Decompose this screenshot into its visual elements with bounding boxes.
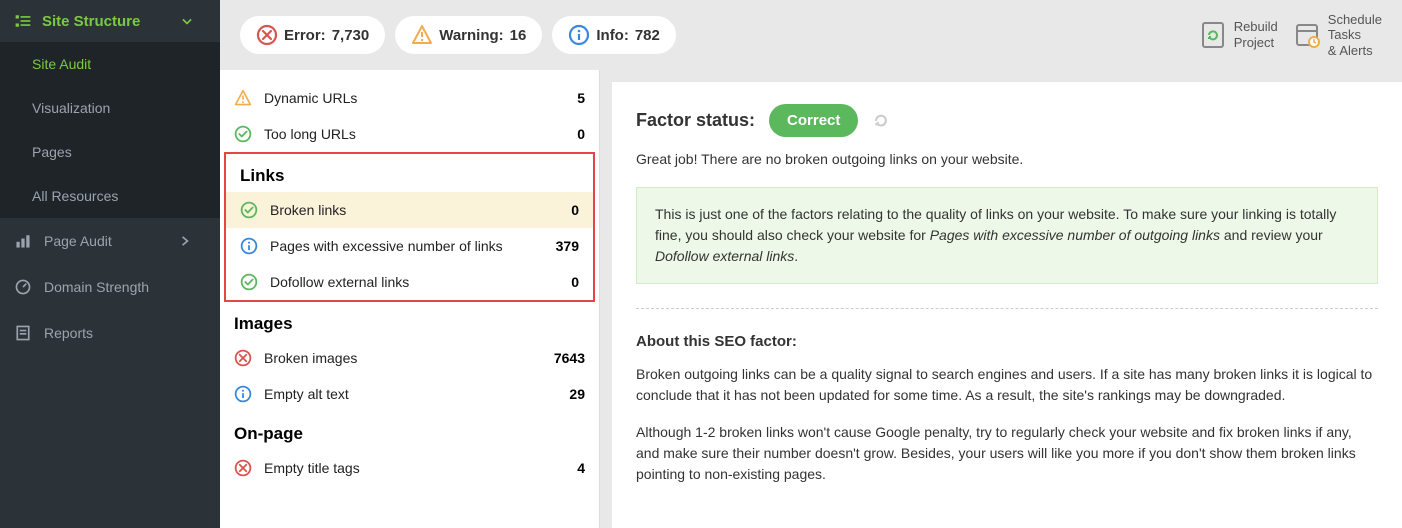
factor-row-empty-alt[interactable]: Empty alt text 29	[220, 376, 599, 412]
calendar-icon	[1294, 20, 1320, 50]
factor-value: 0	[543, 202, 579, 218]
tip-box: This is just one of the factors relating…	[636, 187, 1378, 284]
factor-value: 379	[543, 238, 579, 254]
pill-label: Error:	[284, 27, 326, 44]
sidebar-item-domain-strength[interactable]: Domain Strength	[0, 264, 220, 310]
info-pill[interactable]: Info: 782	[552, 16, 676, 54]
about-text: Broken outgoing links can be a quality s…	[636, 364, 1378, 485]
tip-text-mid: and review your	[1220, 227, 1323, 243]
sidebar-item-label: Domain Strength	[44, 279, 149, 295]
factor-value: 29	[549, 386, 585, 402]
schedule-tasks-button[interactable]: Schedule Tasks & Alerts	[1294, 12, 1382, 59]
about-p2: Although 1-2 broken links won't cause Go…	[636, 422, 1378, 485]
tip-em-2: Dofollow external links	[655, 248, 794, 264]
factor-row-dynamic-urls[interactable]: Dynamic URLs 5	[220, 80, 599, 116]
factor-row-broken-links[interactable]: Broken links 0	[226, 192, 593, 228]
factor-value: 4	[549, 460, 585, 476]
pill-label: Warning:	[439, 27, 503, 44]
factor-name: Dynamic URLs	[264, 90, 537, 106]
section-title-links: Links	[226, 154, 593, 192]
rebuild-icon	[1200, 20, 1226, 50]
warning-icon	[411, 24, 433, 46]
sidebar-item-label: Site Audit	[32, 56, 91, 72]
section-title-images: Images	[220, 302, 599, 340]
error-icon	[256, 24, 278, 46]
factor-value: 0	[549, 126, 585, 142]
sidebar-item-site-audit[interactable]: Site Audit	[0, 42, 220, 86]
info-icon	[568, 24, 590, 46]
warning-icon	[234, 89, 252, 107]
main-area: Error: 7,730 Warning: 16 Info: 782 Rebui…	[220, 0, 1402, 528]
warning-pill[interactable]: Warning: 16	[395, 16, 542, 54]
sidebar: Site Structure Site Audit Visualization …	[0, 0, 220, 528]
info-icon	[234, 385, 252, 403]
ok-icon	[234, 125, 252, 143]
sidebar-item-visualization[interactable]: Visualization	[0, 86, 220, 130]
bars-icon	[14, 232, 32, 250]
sidebar-header-site-structure[interactable]: Site Structure	[0, 0, 220, 42]
rebuild-project-button[interactable]: Rebuild Project	[1200, 19, 1278, 50]
status-badge: Correct	[769, 104, 858, 137]
refresh-icon[interactable]	[872, 112, 890, 130]
sidebar-item-all-resources[interactable]: All Resources	[0, 174, 220, 218]
sidebar-item-page-audit[interactable]: Page Audit	[0, 218, 220, 264]
factor-name: Dofollow external links	[270, 274, 531, 290]
topbar-right: Rebuild Project Schedule Tasks & Alerts	[1200, 12, 1382, 59]
topbar: Error: 7,730 Warning: 16 Info: 782 Rebui…	[220, 0, 1402, 70]
factor-name: Broken images	[264, 350, 537, 366]
factor-status-label: Factor status:	[636, 110, 755, 131]
sidebar-header-label: Site Structure	[42, 13, 140, 30]
error-icon	[234, 349, 252, 367]
error-pill[interactable]: Error: 7,730	[240, 16, 385, 54]
factor-value: 0	[543, 274, 579, 290]
sidebar-item-label: Page Audit	[44, 233, 112, 249]
button-label: Schedule Tasks & Alerts	[1328, 12, 1382, 59]
sidebar-subgroup: Site Audit Visualization Pages All Resou…	[0, 42, 220, 218]
pill-count: 7,730	[332, 27, 370, 44]
clipboard-icon	[14, 324, 32, 342]
button-label: Rebuild Project	[1234, 19, 1278, 50]
tip-text-post: .	[794, 248, 798, 264]
sidebar-item-reports[interactable]: Reports	[0, 310, 220, 356]
factor-value: 5	[549, 90, 585, 106]
ok-icon	[240, 273, 258, 291]
about-p1: Broken outgoing links can be a quality s…	[636, 364, 1378, 406]
section-title-onpage: On-page	[220, 412, 599, 450]
factor-name: Broken links	[270, 202, 531, 218]
structure-icon	[14, 12, 32, 30]
sidebar-item-label: Visualization	[32, 100, 110, 116]
factor-row-excessive-links[interactable]: Pages with excessive number of links 379	[226, 228, 593, 264]
factor-status-line: Factor status: Correct	[636, 104, 1378, 137]
factor-value: 7643	[549, 350, 585, 366]
sidebar-item-label: All Resources	[32, 188, 118, 204]
factor-row-broken-images[interactable]: Broken images 7643	[220, 340, 599, 376]
sidebar-item-label: Reports	[44, 325, 93, 341]
sidebar-item-label: Pages	[32, 144, 72, 160]
factor-name: Too long URLs	[264, 126, 537, 142]
factor-row-dofollow-external[interactable]: Dofollow external links 0	[226, 264, 593, 300]
content: Dynamic URLs 5 Too long URLs 0 Links Bro…	[220, 70, 1402, 528]
gauge-icon	[14, 278, 32, 296]
factor-name: Empty alt text	[264, 386, 537, 402]
status-text: Great job! There are no broken outgoing …	[636, 151, 1378, 167]
chevron-right-icon	[176, 232, 194, 250]
factor-list: Dynamic URLs 5 Too long URLs 0 Links Bro…	[220, 70, 600, 528]
factor-detail: Factor status: Correct Great job! There …	[612, 82, 1402, 528]
links-highlight-box: Links Broken links 0 Pages with excessiv…	[224, 152, 595, 302]
pill-count: 782	[635, 27, 660, 44]
info-icon	[240, 237, 258, 255]
factor-row-empty-title[interactable]: Empty title tags 4	[220, 450, 599, 486]
pill-label: Info:	[596, 27, 628, 44]
error-icon	[234, 459, 252, 477]
tip-em-1: Pages with excessive number of outgoing …	[930, 227, 1220, 243]
chevron-down-icon	[178, 12, 196, 30]
ok-icon	[240, 201, 258, 219]
factor-name: Pages with excessive number of links	[270, 238, 531, 254]
about-title: About this SEO factor:	[636, 333, 1378, 350]
factor-name: Empty title tags	[264, 460, 537, 476]
pill-count: 16	[510, 27, 527, 44]
sidebar-item-pages[interactable]: Pages	[0, 130, 220, 174]
divider	[636, 308, 1378, 309]
factor-row-too-long-urls[interactable]: Too long URLs 0	[220, 116, 599, 152]
